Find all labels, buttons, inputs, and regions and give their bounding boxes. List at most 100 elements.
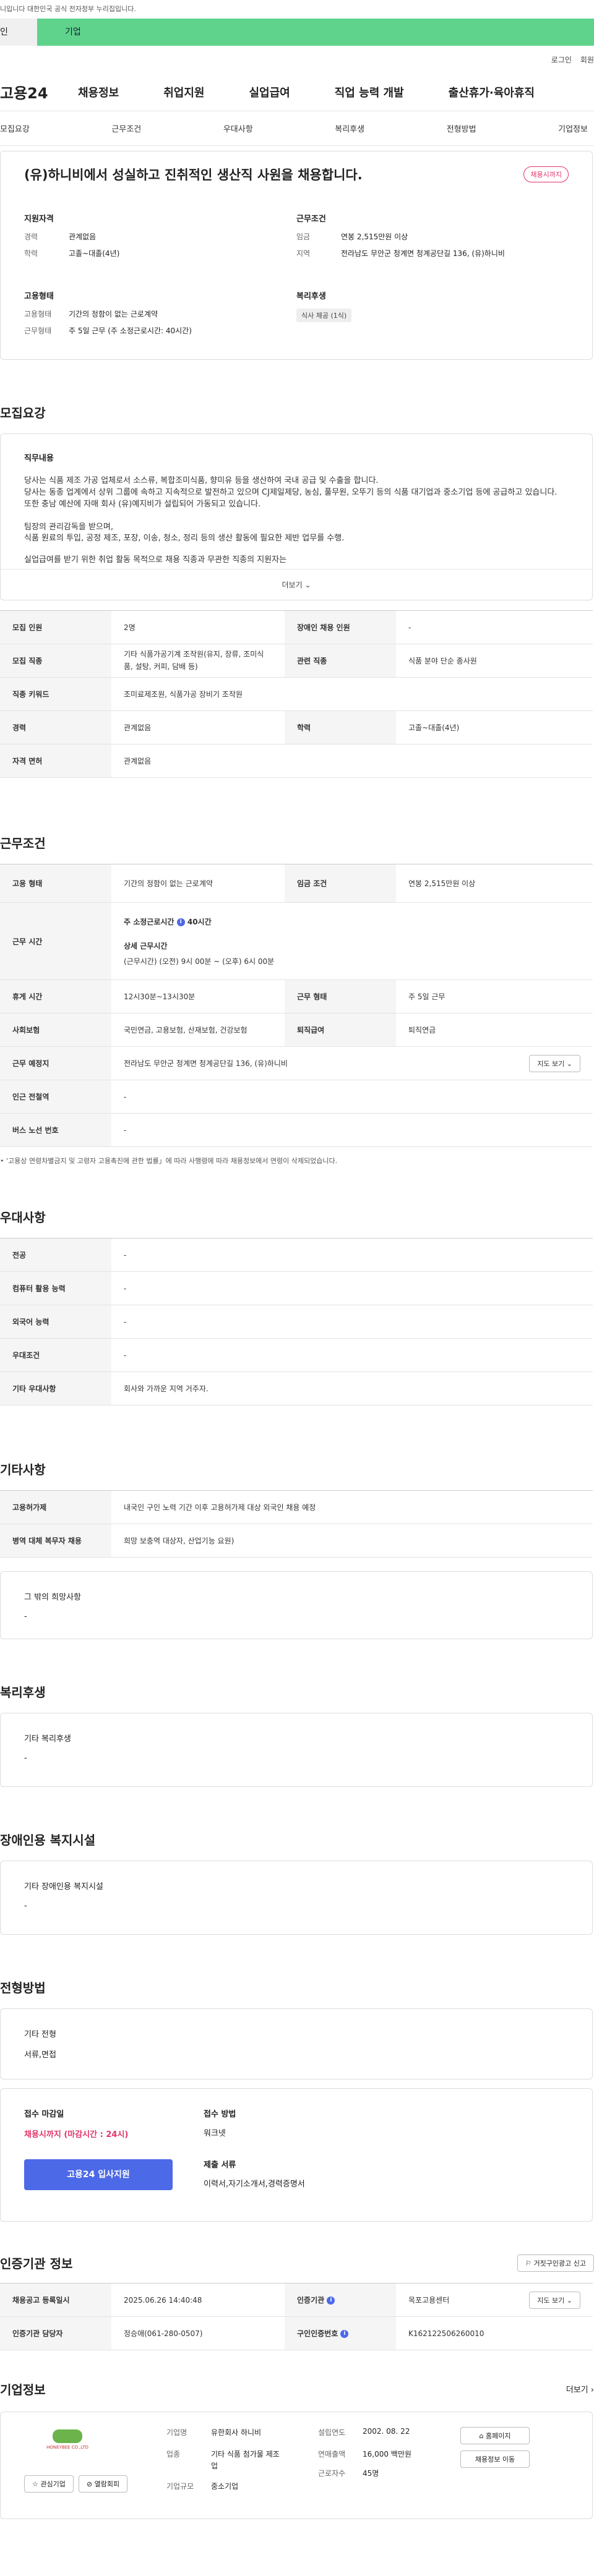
info-icon[interactable]: i xyxy=(327,2297,335,2305)
site-logo[interactable]: 고용24 xyxy=(0,81,74,103)
company-value: 45명 xyxy=(363,2469,379,2478)
company-key: 연매출액 xyxy=(318,2450,346,2459)
row-value: 정승애(061-280-0507) xyxy=(111,2316,285,2351)
row-value: 12시30분~13시30분 xyxy=(111,979,285,1014)
gnb-menu: 채용정보 취업지원 실업급여 직업 능력 개발 출산휴가·육아휴직 xyxy=(78,84,535,100)
desc-line: 팀장의 관리감독을 받으며, xyxy=(24,522,113,532)
home-icon: ⌂ xyxy=(479,2432,484,2441)
info-icon[interactable]: i xyxy=(176,918,185,926)
company-value: 유한회사 하니비 xyxy=(211,2428,262,2437)
row-key: 관련 직종 xyxy=(285,644,396,678)
row-value: 회사와 가까운 지역 거주자. xyxy=(111,1371,593,1406)
row-value: 고졸~대졸(4년) xyxy=(396,710,593,745)
row-value: 국민연금, 고용보험, 산재보험, 건강보험 xyxy=(111,1013,285,1047)
tab-personal[interactable]: 인 xyxy=(0,19,37,46)
row-value: 관계없음 xyxy=(111,744,593,778)
row-value: - xyxy=(396,610,593,645)
map-label: 지도 보기 xyxy=(537,1059,565,1068)
company-more-label: 더보기 xyxy=(566,2386,588,2395)
place-cell: 전라남도 무안군 청계면 청계공단길 136, (유)하니비 지도 보기 ⌄ xyxy=(111,1046,593,1081)
tab-business[interactable]: 기업 xyxy=(37,19,594,46)
row-key: 외국어 능력 xyxy=(0,1305,111,1339)
company-more-link[interactable]: 더보기 › xyxy=(566,2383,594,2395)
apply-button[interactable]: 고용24 입사지원 xyxy=(24,2159,173,2191)
company-key: 기업명 xyxy=(166,2428,187,2437)
welfare-value: - xyxy=(24,1754,27,1764)
map-button[interactable]: 지도 보기 ⌄ xyxy=(529,2291,580,2309)
company-key: 업종 xyxy=(166,2450,181,2459)
gnb-item-leave[interactable]: 출산휴가·육아휴직 xyxy=(449,84,535,100)
login-link[interactable]: 로그인 xyxy=(551,54,572,65)
anchor-pref[interactable]: 우대사항 xyxy=(223,122,253,134)
selection-value: 서류,면접 xyxy=(24,2050,56,2060)
qual-key: 경력 xyxy=(24,232,38,241)
gnb-item-support[interactable]: 취업지원 xyxy=(163,84,204,100)
row-key: 직종 키워드 xyxy=(0,677,111,712)
company-title: 기업정보 xyxy=(0,2382,46,2398)
gnb-item-training[interactable]: 직업 능력 개발 xyxy=(335,84,404,100)
recruit-title: 모집요강 xyxy=(0,406,46,420)
desc-line: 또한 충남 예산에 자매 회사 (유)예지비가 설립되어 가동되고 있습니다. xyxy=(24,499,261,509)
deadline-value: 채용시까지 (마감시간 : 24시) xyxy=(24,2130,129,2140)
row-value: - xyxy=(111,1271,593,1306)
anchor-welfare[interactable]: 복리후생 xyxy=(335,122,364,134)
row-value: - xyxy=(111,1238,593,1273)
welfare-title: 복리후생 xyxy=(296,292,326,301)
anchor-recruit[interactable]: 모집요강 xyxy=(0,122,30,134)
welfare-sub: 기타 복리후생 xyxy=(24,1734,71,1744)
site-tabs: 인 기업 xyxy=(0,19,594,46)
jobs-button[interactable]: 채용정보 이동 xyxy=(460,2450,530,2468)
company-box: HONEYBEE CO.,LTD ☆ 관심기업 ⊘ 열람회피 기업명 유한회사 하… xyxy=(0,2412,593,2520)
row-value: 기간의 정함이 없는 근로계약 xyxy=(111,864,285,903)
map-button[interactable]: 지도 보기 ⌄ xyxy=(529,1054,580,1072)
emp-key: 근무형태 xyxy=(24,326,52,335)
avoid-button[interactable]: ⊘ 열람회피 xyxy=(78,2475,128,2493)
report-button[interactable]: ⚐ 거짓구인광고 신고 xyxy=(517,2254,594,2272)
work-title: 근무조건 xyxy=(0,836,46,851)
row-key: 임금 조건 xyxy=(285,864,396,903)
anchor-company[interactable]: 기업정보 xyxy=(558,122,588,134)
row-value: 퇴직연금 xyxy=(396,1013,593,1047)
org-value: 목포고용센터 xyxy=(408,2296,450,2305)
status-badge: 채용시까지 xyxy=(523,166,569,182)
report-label: 거짓구인광고 신고 xyxy=(533,2259,586,2267)
row-key: 구인인증번호 i xyxy=(285,2316,396,2351)
row-key: 채용공고 등록일시 xyxy=(0,2283,111,2318)
desc-line: 당사는 동종 업계에서 상위 그룹에 속하고 지속적으로 발전하고 있으며 CJ… xyxy=(24,487,557,497)
homepage-label: 홈페이지 xyxy=(486,2432,511,2441)
welfare-block: 복리후생 식사 제공 (1식) xyxy=(296,289,569,342)
row-key: 인근 전철역 xyxy=(0,1080,111,1114)
map-label: 지도 보기 xyxy=(537,2296,565,2305)
other-title: 그 밖의 희망사항 xyxy=(24,1593,81,1603)
gnb-item-benefit[interactable]: 실업급여 xyxy=(249,84,290,100)
deadline-label: 접수 마감일 xyxy=(24,2110,64,2120)
disabled-sub: 기타 장애인용 복지시설 xyxy=(24,1882,103,1892)
law-note-text: '고용상 연령차별금지 및 고령자 고용촉진에 관한 법률」에 따라 사행령에 … xyxy=(6,1157,338,1166)
gnb-item-jobs[interactable]: 채용정보 xyxy=(78,84,119,100)
pref-table: 전공 - 컴퓨터 활용 능력 - 외국어 능력 - 우대조건 - 기타 우대사항 회사와 … xyxy=(0,1238,593,1406)
cond-key: 지역 xyxy=(296,249,311,258)
row-value: 조미료제조원, 식품가공 장비기 조작원 xyxy=(111,677,593,712)
row-value: 희망 보충역 대상자, 산업기능 요원) xyxy=(111,1524,593,1558)
cond-value: 연봉 2,515만원 이상 xyxy=(341,232,408,241)
job-title: (유)하니비에서 성실하고 진취적인 생산직 사원을 채용합니다. xyxy=(24,168,363,182)
method-value: 워크넷 xyxy=(204,2129,226,2139)
anchor-selection[interactable]: 전형방법 xyxy=(447,122,476,134)
info-icon[interactable]: i xyxy=(340,2330,349,2339)
row-key: 근무 형태 xyxy=(285,979,396,1014)
welfare-box: 기타 복리후생 - xyxy=(0,1713,593,1788)
honeybee-icon xyxy=(53,2429,82,2443)
more-button[interactable]: 더보기 ⌄ xyxy=(1,569,592,600)
desc-line: 실업급여를 받기 위한 취업 활동 목적으로 채용 직종과 무관한 직종의 지원… xyxy=(24,555,287,565)
anchor-work[interactable]: 근무조건 xyxy=(111,122,141,134)
welfare-section-title: 복리후생 xyxy=(0,1685,46,1700)
row-key: 전공 xyxy=(0,1238,111,1273)
row-key: 병역 대체 복무자 채용 xyxy=(0,1524,111,1558)
homepage-button[interactable]: ⌂ 홈페이지 xyxy=(460,2427,530,2445)
report-icon: ⚐ xyxy=(525,2259,532,2267)
row-value: - xyxy=(111,1080,593,1114)
interest-button[interactable]: ☆ 관심기업 xyxy=(24,2475,74,2493)
join-link[interactable]: 회원 xyxy=(580,54,594,65)
company-key: 기업규모 xyxy=(166,2482,194,2491)
row-key: 자격 면허 xyxy=(0,744,111,778)
